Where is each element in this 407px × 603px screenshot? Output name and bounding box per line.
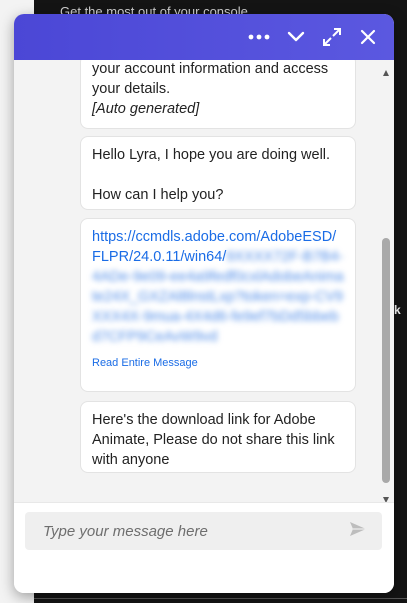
expand-icon [322, 27, 342, 47]
message-bubble: Hello Lyra, I hope you are doing well. H… [80, 136, 356, 210]
message-bubble: Here's the download link for Adobe Anima… [80, 401, 356, 473]
message-text: your account information and access [92, 61, 329, 77]
chat-window: your account information and access your… [14, 14, 394, 593]
message-list[interactable]: your account information and access your… [14, 60, 394, 502]
scroll-down-arrow-icon[interactable] [383, 490, 389, 502]
composer-box [25, 512, 382, 550]
message-bubble-link: https://ccmdls.adobe.com/AdobeESD/FLPR/2… [80, 218, 356, 392]
composer-area [14, 502, 394, 593]
read-entire-message-link[interactable]: Read Entire Message [92, 353, 344, 373]
auto-generated-label: [Auto generated] [92, 101, 200, 117]
background-divider [34, 598, 407, 599]
close-button[interactable] [356, 25, 380, 49]
message-bubble: your account information and access your… [80, 60, 356, 129]
more-icon [248, 34, 270, 40]
chevron-down-icon [287, 31, 305, 43]
more-options-button[interactable] [247, 25, 271, 49]
send-button[interactable] [347, 521, 369, 541]
question-text: How can I help you? [92, 187, 224, 203]
message-text: your details. [92, 81, 171, 97]
minimize-button[interactable] [284, 25, 308, 49]
send-icon [349, 521, 367, 542]
scrollbar-thumb[interactable] [382, 238, 390, 483]
message-input[interactable] [25, 512, 340, 550]
background-edge-text: k [394, 303, 401, 317]
expand-button[interactable] [320, 25, 344, 49]
scroll-up-arrow-icon[interactable] [383, 63, 389, 76]
message-text: Here's the download link for Adobe Anima… [92, 412, 335, 468]
close-icon [360, 29, 376, 45]
chat-header [14, 14, 394, 60]
download-link[interactable]: https://ccmdls.adobe.com/AdobeESD/FLPR/2… [92, 229, 344, 345]
greeting-text: Hello Lyra, I hope you are doing well. [92, 147, 331, 163]
